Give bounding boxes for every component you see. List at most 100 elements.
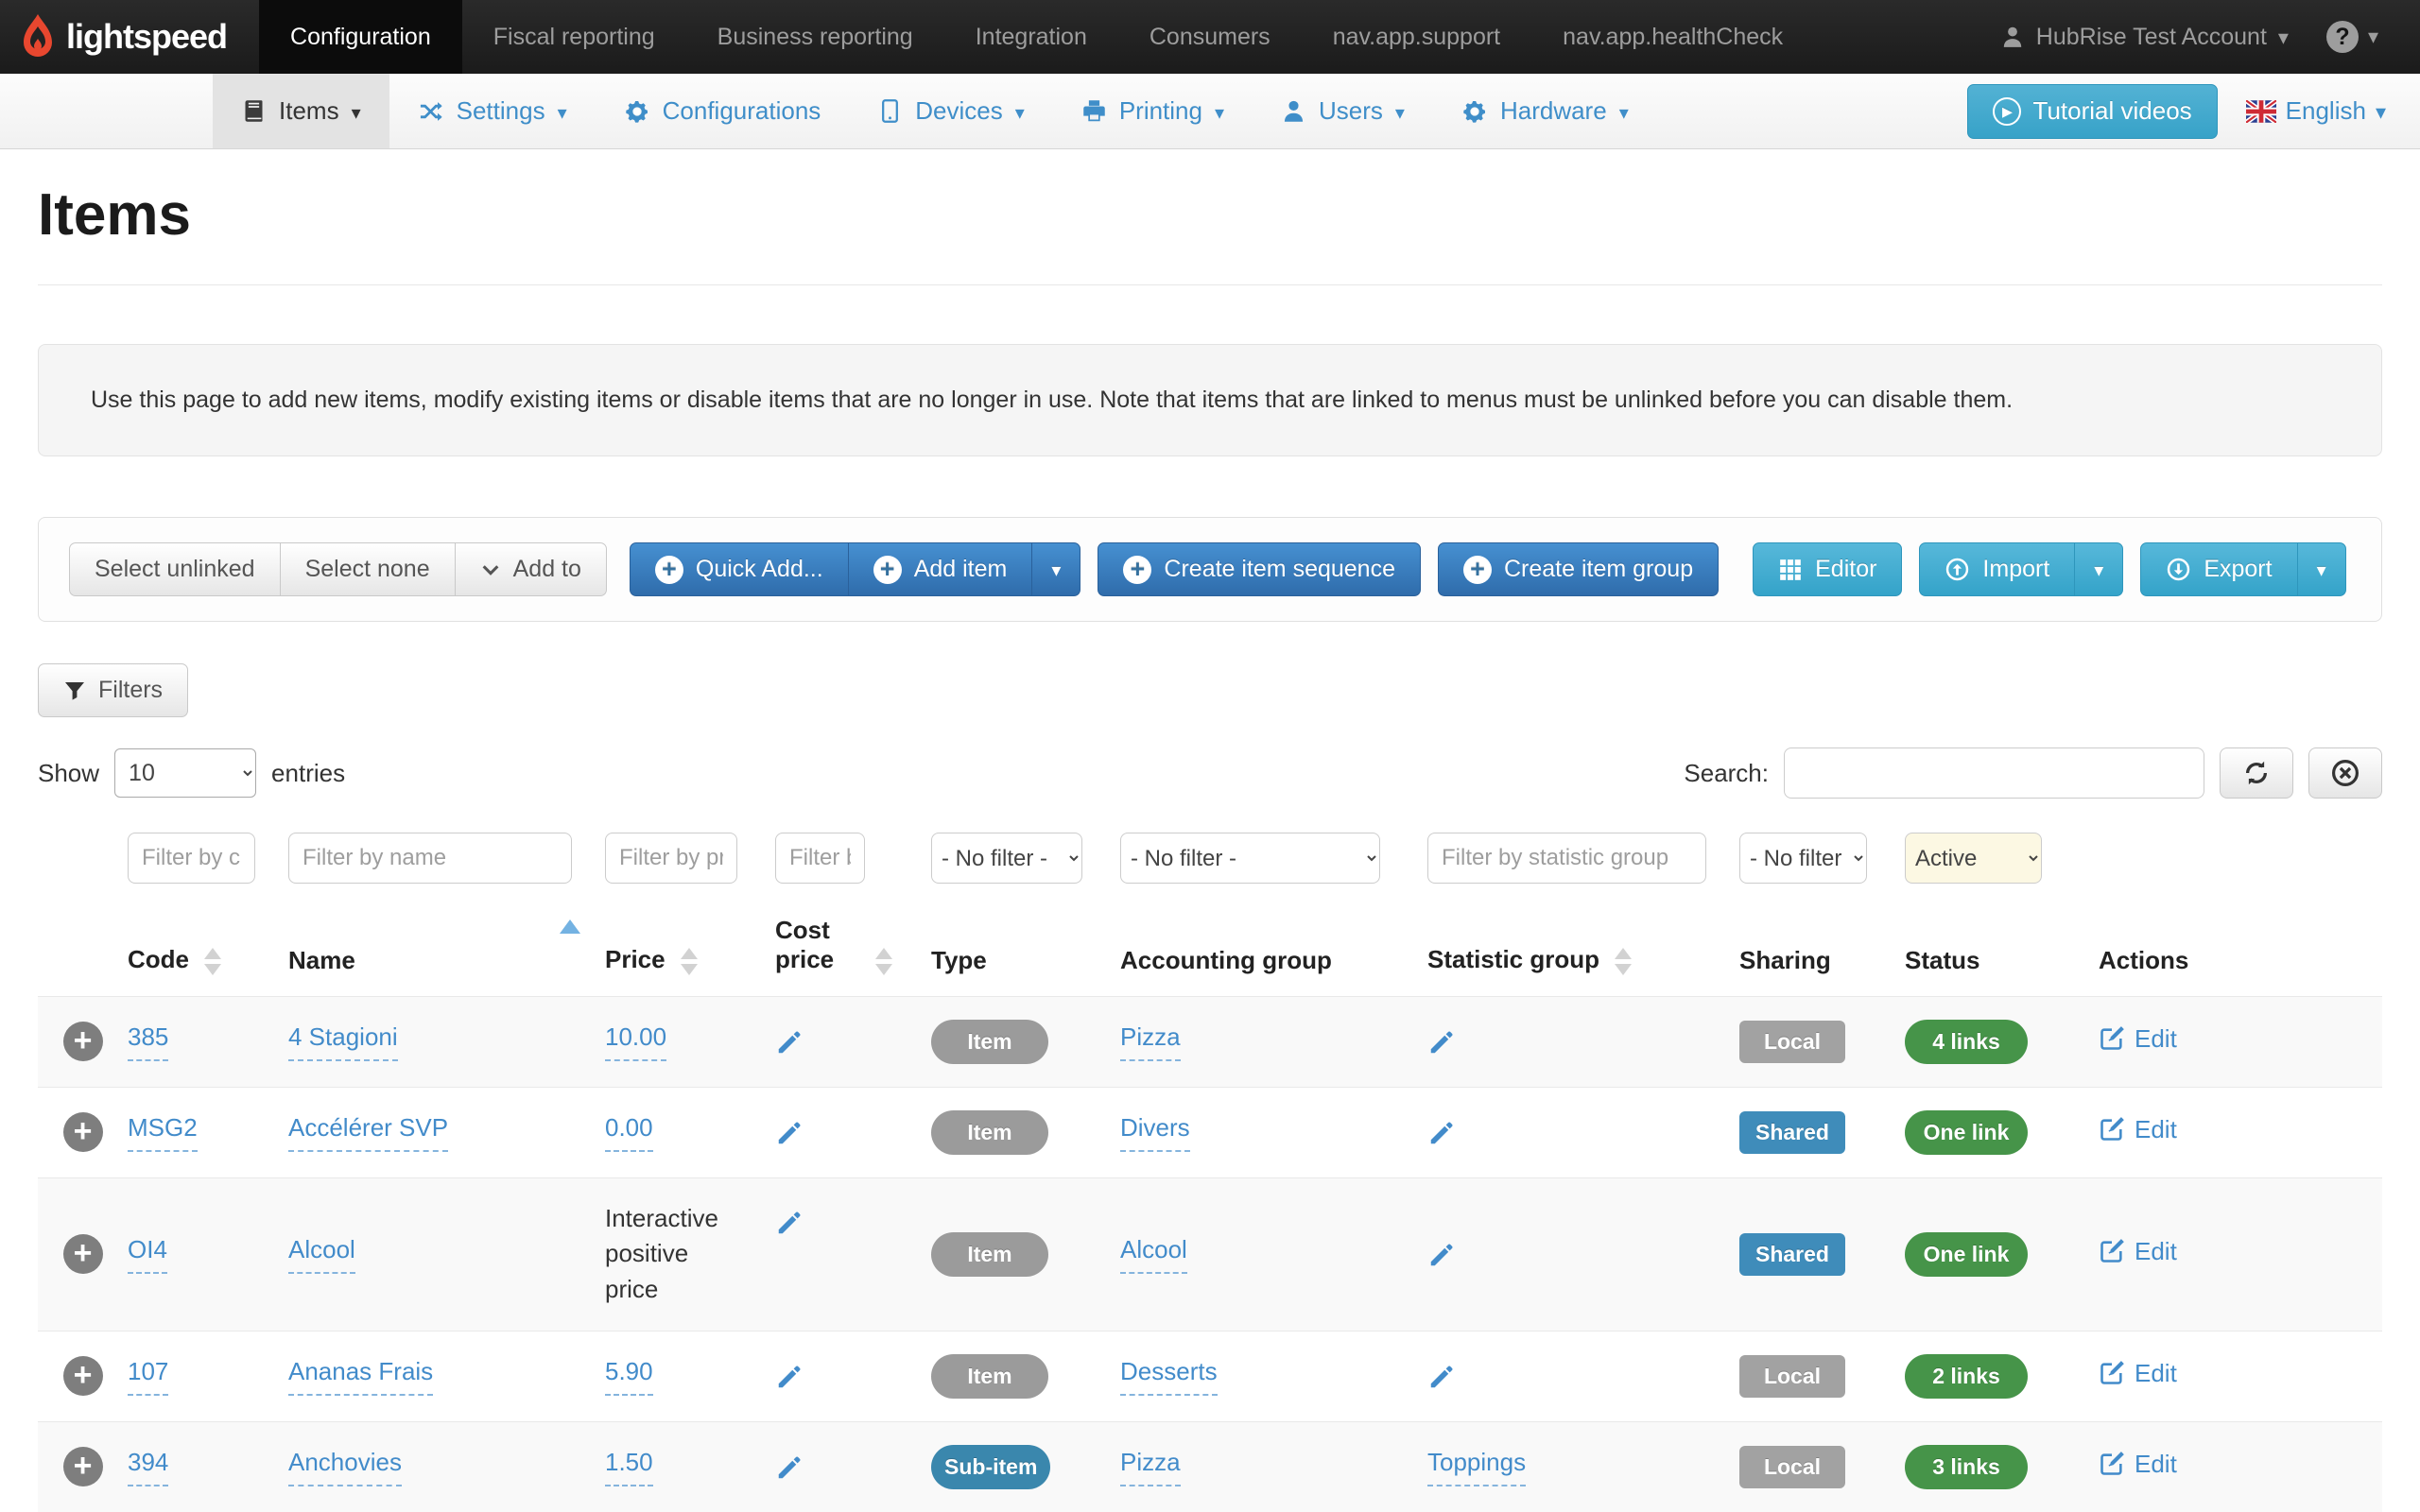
toolbar: Select unlinked Select none Add to Quick… xyxy=(38,517,2382,622)
select-none-button[interactable]: Select none xyxy=(280,542,456,596)
filters-button[interactable]: Filters xyxy=(38,663,188,717)
create-item-sequence-button[interactable]: Create item sequence xyxy=(1098,542,1421,596)
topnav-item-configuration[interactable]: Configuration xyxy=(259,0,462,74)
lightspeed-logo[interactable]: lightspeed xyxy=(0,0,259,74)
item-price-link[interactable]: 1.50 xyxy=(605,1449,653,1486)
selection-button-group: Select unlinked Select none Add to xyxy=(69,542,607,596)
expand-row-icon[interactable] xyxy=(63,1447,103,1486)
item-price-link[interactable]: 10.00 xyxy=(605,1023,666,1061)
add-item-button[interactable]: Add item xyxy=(848,542,1033,596)
filter-name-input[interactable] xyxy=(288,833,572,884)
select-unlinked-button[interactable]: Select unlinked xyxy=(69,542,281,596)
header-statistic-group[interactable]: Statistic group xyxy=(1427,902,1739,996)
topnav-item-integration[interactable]: Integration xyxy=(944,0,1118,74)
edit-button[interactable]: Edit xyxy=(2099,1115,2177,1144)
pencil-icon[interactable] xyxy=(1427,1117,1456,1147)
expand-row-icon[interactable] xyxy=(63,1234,103,1274)
header-cost-price[interactable]: Cost price xyxy=(775,902,931,996)
header-status[interactable]: Status xyxy=(1905,902,2099,996)
item-name-link[interactable]: Alcool xyxy=(288,1236,355,1274)
topnav-item-business-reporting[interactable]: Business reporting xyxy=(686,0,944,74)
item-price-link[interactable]: 5.90 xyxy=(605,1358,653,1396)
header-accounting-group[interactable]: Accounting group xyxy=(1120,902,1427,996)
accounting-group-link[interactable]: Pizza xyxy=(1120,1023,1181,1061)
item-code-link[interactable]: 385 xyxy=(128,1023,168,1061)
edit-button[interactable]: Edit xyxy=(2099,1359,2177,1388)
add-item-dropdown-toggle[interactable] xyxy=(1031,542,1080,596)
filter-price-input[interactable] xyxy=(605,833,737,884)
create-item-group-button[interactable]: Create item group xyxy=(1438,542,1719,596)
header-type[interactable]: Type xyxy=(931,902,1120,996)
item-code-link[interactable]: OI4 xyxy=(128,1236,167,1274)
header-price[interactable]: Price xyxy=(605,902,775,996)
item-code-link[interactable]: 394 xyxy=(128,1449,168,1486)
expand-row-icon[interactable] xyxy=(63,1112,103,1152)
import-button[interactable]: Import xyxy=(1919,542,2075,596)
pencil-icon[interactable] xyxy=(775,1207,804,1237)
item-code-link[interactable]: MSG2 xyxy=(128,1114,198,1152)
subnav-spacer xyxy=(0,74,213,148)
clear-filters-button[interactable] xyxy=(2308,747,2382,799)
export-dropdown-toggle[interactable] xyxy=(2297,542,2346,596)
accounting-group-link[interactable]: Divers xyxy=(1120,1114,1190,1152)
tab-settings[interactable]: Settings xyxy=(389,74,596,148)
add-to-button[interactable]: Add to xyxy=(455,542,607,596)
entries-select[interactable]: 10 xyxy=(114,748,256,798)
pencil-icon[interactable] xyxy=(775,1026,804,1057)
pencil-icon[interactable] xyxy=(775,1361,804,1391)
filter-type-select[interactable]: - No filter - xyxy=(931,833,1082,884)
tutorial-videos-button[interactable]: Tutorial videos xyxy=(1967,84,2218,139)
import-dropdown-toggle[interactable] xyxy=(2074,542,2123,596)
filter-code-input[interactable] xyxy=(128,833,255,884)
help-menu[interactable] xyxy=(2326,21,2378,53)
tab-devices[interactable]: Devices xyxy=(849,74,1053,148)
header-name[interactable]: Name xyxy=(288,902,605,996)
topnav-item-support[interactable]: nav.app.support xyxy=(1302,0,1531,74)
tab-items[interactable]: Items xyxy=(213,74,389,148)
caret-down-icon xyxy=(2317,556,2326,583)
item-name-link[interactable]: Accélérer SVP xyxy=(288,1114,448,1152)
search-input[interactable] xyxy=(1784,747,2204,799)
editor-button[interactable]: Editor xyxy=(1753,542,1902,596)
topnav-item-healthcheck[interactable]: nav.app.healthCheck xyxy=(1531,0,1814,74)
edit-button[interactable]: Edit xyxy=(2099,1237,2177,1266)
item-name-link[interactable]: Ananas Frais xyxy=(288,1358,433,1396)
expand-row-icon[interactable] xyxy=(63,1356,103,1396)
topnav-item-consumers[interactable]: Consumers xyxy=(1118,0,1302,74)
accounting-group-link[interactable]: Pizza xyxy=(1120,1449,1181,1486)
item-code-link[interactable]: 107 xyxy=(128,1358,168,1396)
quick-add-button[interactable]: Quick Add... xyxy=(630,542,849,596)
tab-printing[interactable]: Printing xyxy=(1053,74,1253,148)
pencil-icon[interactable] xyxy=(775,1452,804,1482)
play-icon xyxy=(1993,97,2021,126)
item-name-link[interactable]: Anchovies xyxy=(288,1449,402,1486)
tab-users[interactable]: Users xyxy=(1253,74,1433,148)
account-menu[interactable]: HubRise Test Account xyxy=(2000,24,2289,51)
export-button[interactable]: Export xyxy=(2140,542,2297,596)
tab-users-label: Users xyxy=(1319,96,1383,126)
pencil-icon[interactable] xyxy=(1427,1239,1456,1269)
language-selector[interactable]: English xyxy=(2246,96,2386,126)
refresh-button[interactable] xyxy=(2220,747,2293,799)
tab-configurations[interactable]: Configurations xyxy=(596,74,850,148)
edit-button[interactable]: Edit xyxy=(2099,1024,2177,1054)
expand-row-icon[interactable] xyxy=(63,1022,103,1061)
filter-cost-input[interactable] xyxy=(775,833,865,884)
filter-status-select[interactable]: Active xyxy=(1905,833,2042,884)
topnav-item-fiscal-reporting[interactable]: Fiscal reporting xyxy=(462,0,686,74)
statistic-group-link[interactable]: Toppings xyxy=(1427,1449,1526,1486)
pencil-icon[interactable] xyxy=(1427,1026,1456,1057)
filter-statistic-group-input[interactable] xyxy=(1427,833,1706,884)
header-sharing[interactable]: Sharing xyxy=(1739,902,1905,996)
header-code[interactable]: Code xyxy=(128,902,288,996)
filter-accounting-group-select[interactable]: - No filter - xyxy=(1120,833,1380,884)
accounting-group-link[interactable]: Alcool xyxy=(1120,1236,1187,1274)
pencil-icon[interactable] xyxy=(1427,1361,1456,1391)
item-name-link[interactable]: 4 Stagioni xyxy=(288,1023,398,1061)
filter-sharing-select[interactable]: - No filter - xyxy=(1739,833,1867,884)
pencil-icon[interactable] xyxy=(775,1117,804,1147)
accounting-group-link[interactable]: Desserts xyxy=(1120,1358,1218,1396)
edit-button[interactable]: Edit xyxy=(2099,1450,2177,1479)
tab-hardware[interactable]: Hardware xyxy=(1433,74,1657,148)
item-price-link[interactable]: 0.00 xyxy=(605,1114,653,1152)
